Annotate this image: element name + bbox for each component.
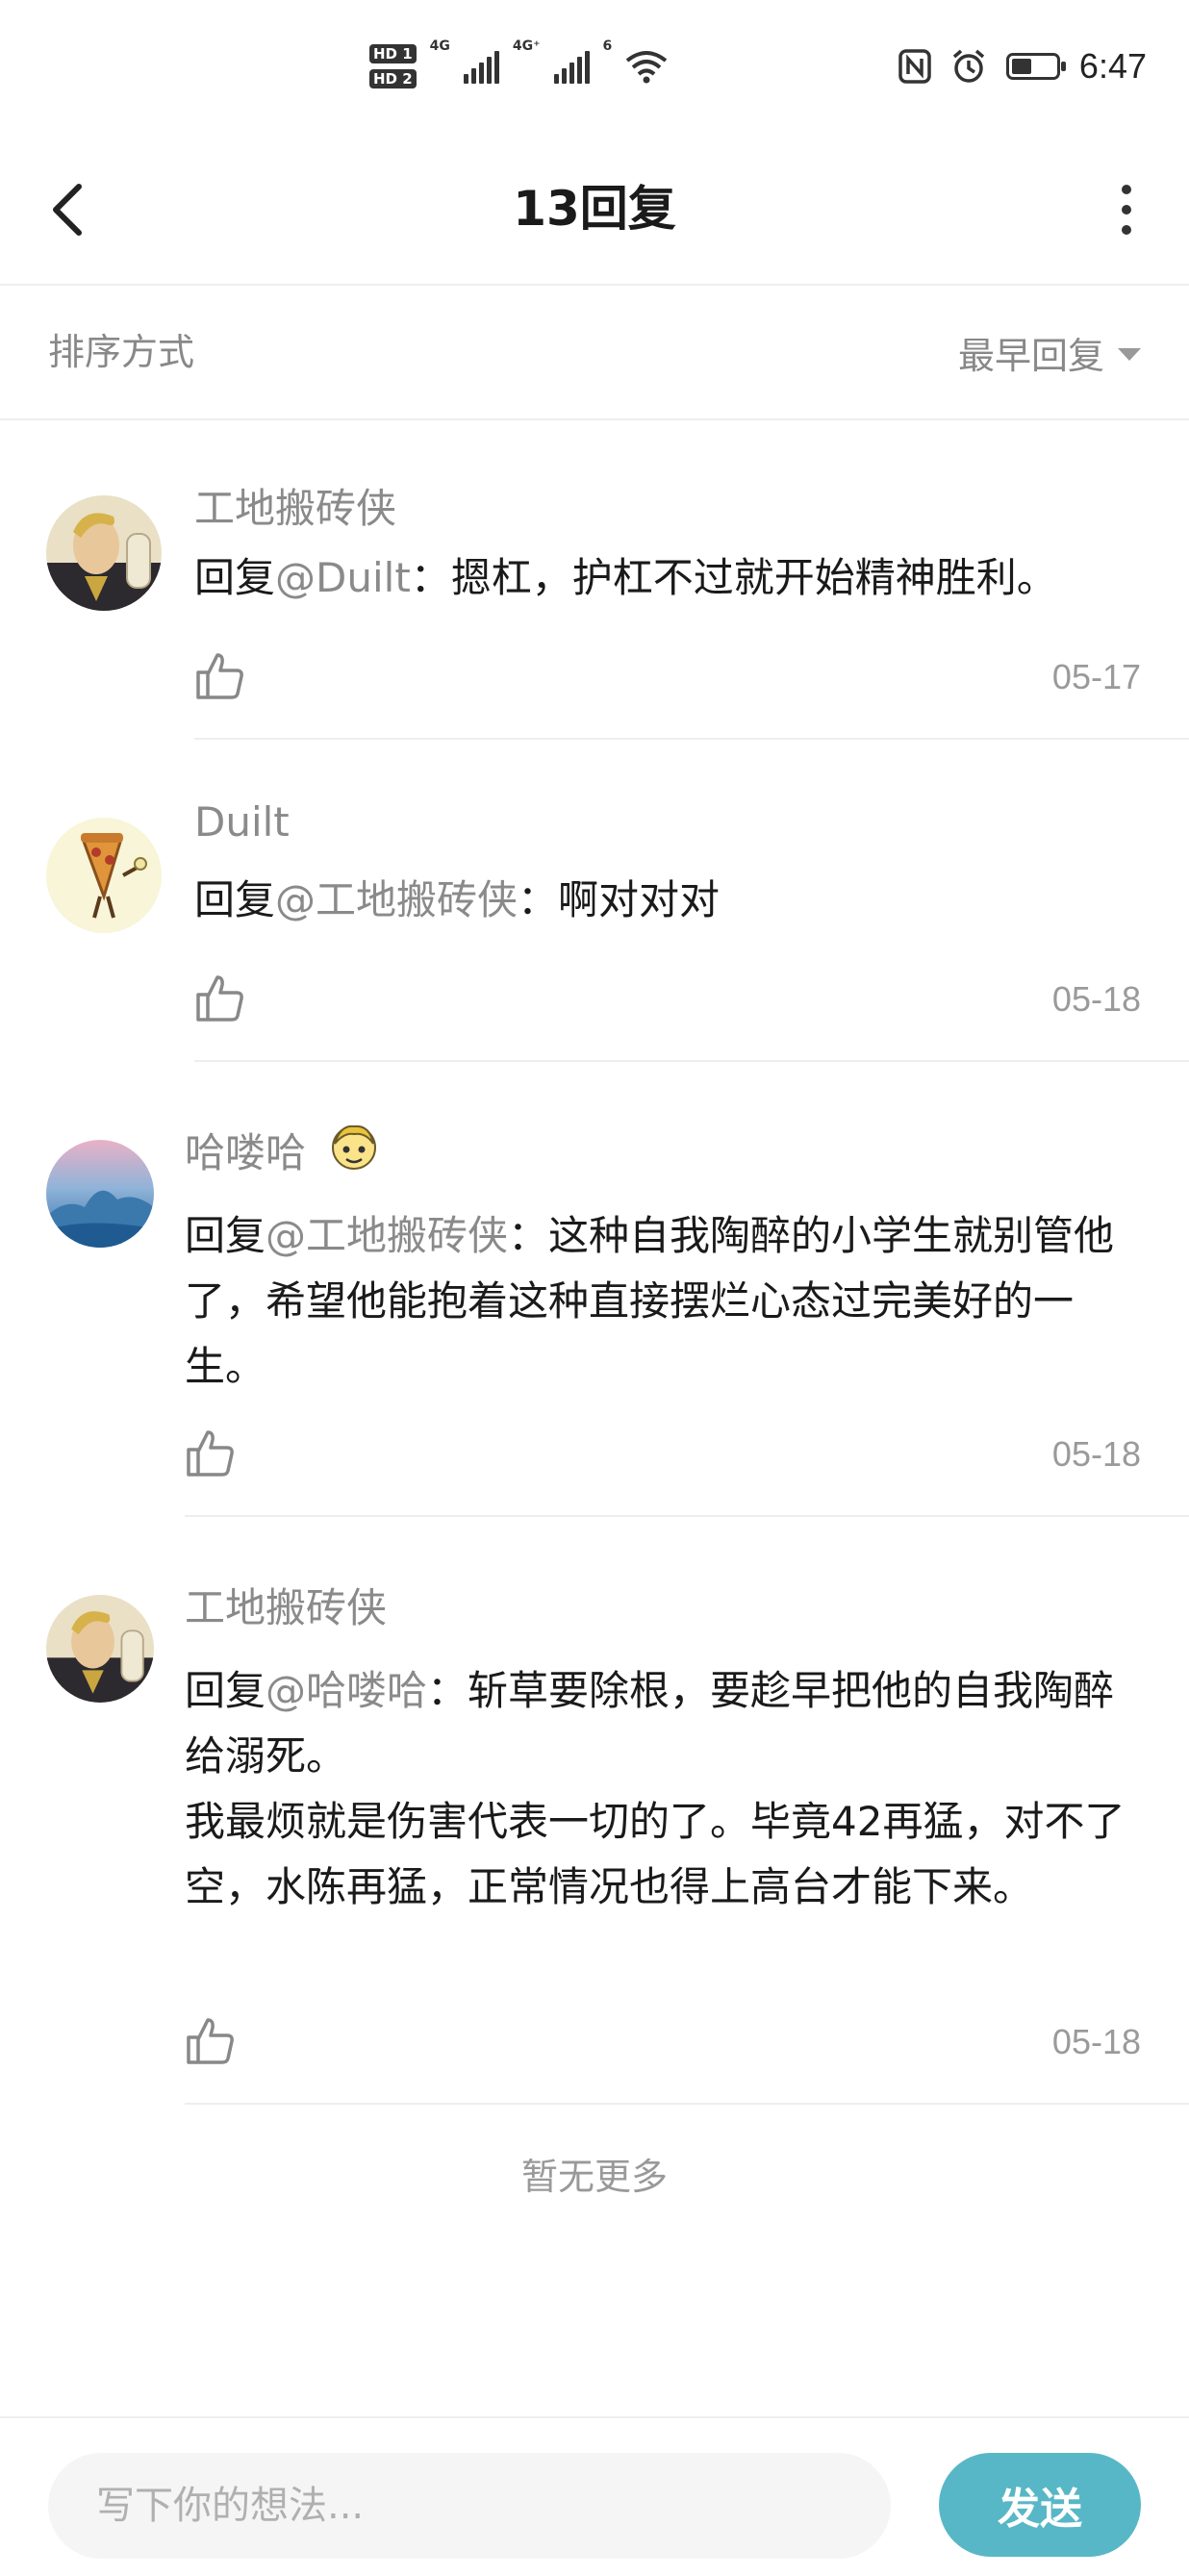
divider [194,1060,1189,1062]
caret-down-icon [1118,347,1141,361]
comment-composer: 发送 [0,2416,1189,2576]
like-button[interactable] [183,1427,237,1480]
more-vertical-icon[interactable] [1102,171,1151,248]
avatar[interactable] [46,818,162,933]
nfc-icon [898,49,931,84]
like-button[interactable] [183,2014,237,2068]
thumbs-up-icon [196,975,243,1022]
battery-icon [1005,53,1066,80]
divider [185,2103,1189,2105]
signal-icon-2 [553,49,590,84]
reply-mention[interactable]: @工地搬砖侠 [275,876,518,923]
reply-date: 05-17 [1051,657,1141,696]
like-button[interactable] [192,649,246,703]
reply-author[interactable]: 工地搬砖侠 [194,476,396,535]
status-network-group: HD 1 HD 2 4G 4G⁺ 6 [369,33,668,100]
avatar-landscape [46,1140,154,1248]
reply-prefix: 回复 [185,1212,266,1259]
back-button[interactable] [38,171,96,248]
reply-date: 05-18 [1051,1434,1141,1474]
battery-level [1011,59,1031,74]
thumbs-up-icon [196,653,243,699]
reply-body: ：啊对对对 [518,876,721,923]
status-bar: HD 1 HD 2 4G 4G⁺ 6 6:47 [0,0,1189,135]
reply-item: 哈喽哈 回复@工地搬砖侠：这种自我陶醉的小学生就别管他了，希望他能抱着这种直接摆… [0,1063,1189,1518]
send-button[interactable]: 发送 [939,2453,1141,2557]
reply-mention[interactable]: @哈喽哈 [266,1667,427,1714]
reply-content: 回复@工地搬砖侠：这种自我陶醉的小学生就别管他了，希望他能抱着这种直接摆烂心态过… [185,1203,1147,1400]
reply-author[interactable]: Duilt [194,798,290,846]
reply-date: 05-18 [1051,979,1141,1019]
reply-body: ：摁杠，护杠不过就开始精神胜利。 [410,554,1057,601]
status-right-group: 6:47 [898,42,1147,90]
avatar[interactable] [46,1140,154,1248]
divider [194,738,1189,740]
sort-dropdown[interactable]: 最早回复 [958,286,1141,418]
reply-prefix: 回复 [194,554,276,601]
status-time: 6:47 [1078,46,1147,86]
reply-content: 回复@哈喽哈：斩草要除根，要趁早把他的自我陶醉给溺死。 我最烦就是伤害代表一切的… [185,1658,1147,1920]
reply-prefix: 回复 [185,1667,266,1714]
sort-selected-value: 最早回复 [957,334,1104,377]
reply-mention[interactable]: @Duilt [275,554,411,601]
top-header: 13回复 [0,135,1189,286]
reply-content: 回复@Duilt：摁杠，护杠不过就开始精神胜利。 [194,551,1147,605]
signal-icon-1 [463,49,499,84]
network-type-2: 4G⁺ [512,38,541,54]
thumbs-up-icon [187,2018,234,2064]
reply-item: 工地搬砖侠 回复@Duilt：摁杠，护杠不过就开始精神胜利。 05-17 [0,418,1189,741]
reply-author[interactable]: 工地搬砖侠 [185,1576,387,1634]
sort-label: 排序方式 [48,331,195,373]
divider [185,1515,1189,1517]
network-type-1: 4G [429,38,450,54]
reply-item: Duilt 回复@工地搬砖侠：啊对对对 05-18 [0,741,1189,1063]
sim-indicators: HD 1 HD 2 [369,44,417,88]
reply-author[interactable]: 哈喽哈 [185,1121,306,1179]
sim2-indicator: HD 2 [369,69,417,88]
like-button[interactable] [192,972,246,1025]
chevron-left-icon [53,184,82,236]
wifi-icon [626,51,668,84]
sort-bar: 排序方式 最早回复 [0,286,1189,420]
avatar-cartoon-man [46,495,162,611]
avatar-cartoon-pizza [46,818,162,933]
thumbs-up-icon [187,1430,234,1477]
page-title: 13回复 [513,181,676,237]
avatar-cartoon-man [46,1595,154,1703]
sim1-indicator: HD 1 [369,44,417,63]
avatar[interactable] [46,1595,154,1703]
no-more-indicator: 暂无更多 [520,2156,668,2198]
comment-input[interactable] [48,2453,891,2559]
wifi-label: 6 [602,38,613,54]
reply-prefix: 回复 [194,876,276,923]
reply-mention[interactable]: @工地搬砖侠 [266,1212,508,1259]
alarm-icon [952,49,985,83]
reply-item: 工地搬砖侠 回复@哈喽哈：斩草要除根，要趁早把他的自我陶醉给溺死。 我最烦就是伤… [0,1518,1189,2107]
reply-date: 05-18 [1051,2022,1141,2061]
avatar[interactable] [46,495,162,611]
emoji-badge-icon [332,1124,376,1170]
reply-content: 回复@工地搬砖侠：啊对对对 [194,873,1147,927]
